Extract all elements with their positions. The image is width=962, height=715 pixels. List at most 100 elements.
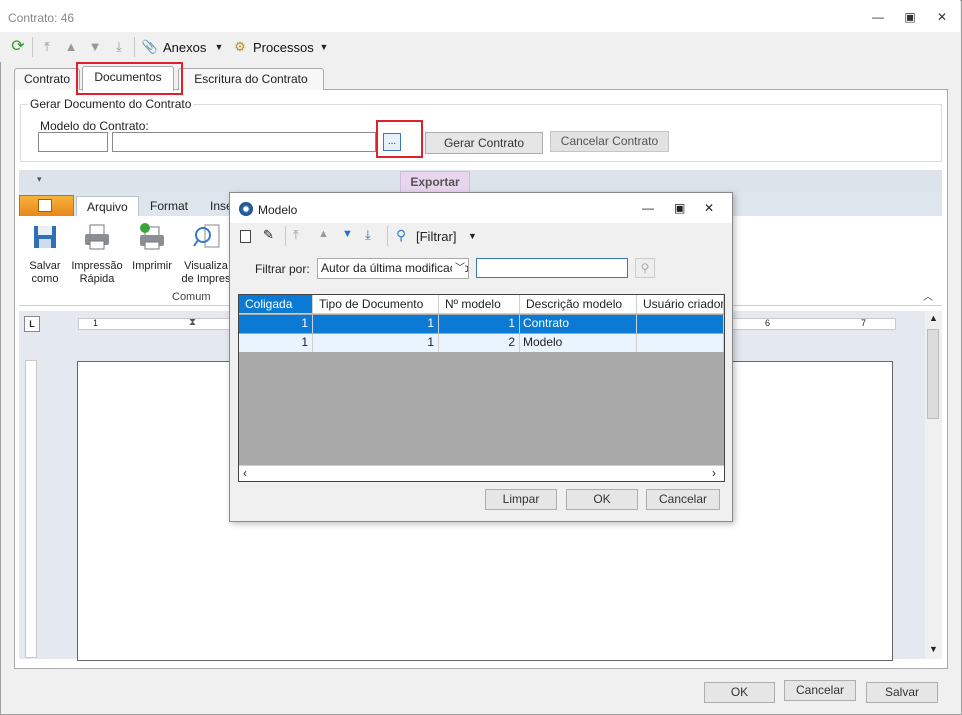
toolbar-separator — [134, 37, 135, 57]
ribbon-tab-format[interactable]: Format — [140, 196, 198, 216]
quick-print-button[interactable]: Impressão Rápida — [69, 222, 125, 286]
dialog-cancel-button[interactable]: Cancelar — [646, 489, 720, 510]
apply-filter-icon[interactable]: ⚲ — [635, 258, 655, 278]
model-code-input[interactable] — [38, 132, 108, 152]
highlight-box — [376, 120, 423, 158]
new-document-icon[interactable] — [240, 230, 251, 243]
column-header-descricao-modelo[interactable]: Descrição modelo — [520, 295, 637, 314]
ruler-number: 1 — [93, 318, 99, 328]
next-record-icon[interactable]: ▼ — [86, 38, 104, 56]
column-header-numero-modelo[interactable]: Nº modelo — [439, 295, 520, 314]
menu-icon — [38, 199, 52, 212]
first-record-icon[interactable]: ⤒ — [38, 38, 56, 56]
save-as-button[interactable]: Salvar como — [25, 222, 65, 286]
dialog-toolbar: ✎ ⤒ ▲ ▼ ⤓ ⚲ [Filtrar] ▼ — [230, 223, 732, 249]
next-record-icon[interactable]: ▼ — [342, 228, 353, 240]
application-menu-button[interactable] — [19, 195, 74, 217]
collapse-ribbon-icon[interactable]: ︿ — [923, 288, 933, 303]
tab-stop-selector[interactable]: L — [24, 316, 40, 332]
last-record-icon[interactable]: ⤓ — [365, 227, 371, 243]
ribbon-header: ▾ — [19, 170, 942, 192]
title-bar: Contrato: 46 — ▣ ✕ — [0, 0, 960, 32]
edit-document-icon[interactable]: ✎ — [263, 227, 274, 243]
column-header-usuario-criador[interactable]: Usuário criador do — [637, 295, 724, 314]
filter-search-input[interactable] — [476, 258, 628, 278]
print-preview-button[interactable]: Visualiza de Impres — [179, 222, 233, 286]
column-header-coligada[interactable]: Coligada — [239, 295, 313, 314]
minimize-icon[interactable]: — — [642, 201, 654, 215]
indent-marker[interactable]: ⧗ — [189, 317, 196, 328]
column-header-tipo-documento[interactable]: Tipo de Documento — [313, 295, 439, 314]
chevron-down-icon[interactable]: ▼ — [315, 38, 333, 56]
refresh-icon[interactable]: ⟳ — [9, 38, 27, 56]
dialog-title: Modelo — [258, 203, 298, 217]
cell-numero: 1 — [439, 315, 520, 333]
ribbon-group-label: Comum — [172, 291, 211, 303]
save-icon — [34, 226, 56, 248]
save-as-label: Salvar como — [29, 260, 61, 285]
model-label: Modelo do Contrato: — [40, 119, 149, 133]
toolbar-separator — [387, 226, 388, 246]
cell-tipo: 1 — [313, 315, 439, 333]
highlight-box — [76, 62, 183, 95]
modelo-dialog: Modelo — ▣ ✕ ✎ ⤒ ▲ ▼ ⤓ ⚲ [Filtrar] ▼ Fil… — [229, 192, 733, 522]
cell-numero: 2 — [439, 334, 520, 352]
generate-contract-button[interactable]: Gerar Contrato — [425, 132, 543, 154]
cell-coligada: 1 — [239, 334, 313, 352]
processos-menu[interactable]: Processos — [253, 40, 314, 55]
close-icon[interactable]: ✕ — [934, 9, 950, 25]
toolbar-separator — [285, 226, 286, 246]
export-context-tab[interactable]: Exportar — [400, 171, 470, 193]
vertical-scrollbar[interactable]: ▲ ▼ — [925, 311, 942, 659]
previous-record-icon[interactable]: ▲ — [318, 228, 329, 240]
last-record-icon[interactable]: ⤓ — [110, 38, 128, 56]
scroll-right-icon[interactable]: › — [712, 466, 716, 480]
cell-descricao: Modelo — [520, 334, 637, 352]
models-grid: Coligada Tipo de Documento Nº modelo Des… — [238, 294, 725, 482]
ruler-number: 7 — [861, 318, 867, 328]
print-button[interactable]: Imprimir — [129, 222, 175, 273]
filter-by-value: Autor da última modificação — [321, 261, 469, 275]
save-button[interactable]: Salvar — [866, 682, 938, 703]
cell-usuario — [637, 334, 724, 352]
chevron-down-icon[interactable]: ▼ — [468, 231, 477, 241]
clear-button[interactable]: Limpar — [485, 489, 557, 510]
print-preview-label: Visualiza de Impres — [181, 260, 231, 285]
close-icon[interactable]: ✕ — [704, 201, 714, 215]
toolbar-separator — [32, 37, 33, 57]
cell-descricao: Contrato — [520, 315, 637, 333]
filter-menu[interactable]: [Filtrar] — [416, 229, 456, 244]
first-record-icon[interactable]: ⤒ — [293, 227, 299, 243]
preview-icon — [193, 224, 220, 248]
anexos-menu[interactable]: Anexos — [163, 40, 206, 55]
restore-icon[interactable]: ▣ — [674, 201, 685, 215]
scroll-thumb[interactable] — [927, 329, 939, 419]
scroll-up-icon[interactable]: ▲ — [929, 313, 938, 323]
printer-icon — [85, 224, 109, 250]
scroll-left-icon[interactable]: ‹ — [243, 466, 247, 480]
cancel-button[interactable]: Cancelar — [784, 680, 856, 701]
vertical-ruler — [25, 360, 37, 658]
previous-record-icon[interactable]: ▲ — [62, 38, 80, 56]
customize-toolbar-icon[interactable]: ▾ — [37, 174, 42, 185]
cell-tipo: 1 — [313, 334, 439, 352]
restore-icon[interactable]: ▣ — [902, 9, 918, 25]
tab-escritura-do-contrato[interactable]: Escritura do Contrato — [178, 68, 324, 90]
ok-button[interactable]: OK — [704, 682, 775, 703]
model-name-input[interactable] — [112, 132, 376, 152]
cancel-contract-button[interactable]: Cancelar Contrato — [550, 131, 669, 152]
ribbon-tab-arquivo[interactable]: Arquivo — [76, 196, 139, 216]
quick-print-label: Impressão Rápida — [71, 260, 123, 285]
dialog-title-bar: Modelo — ▣ ✕ — [230, 193, 732, 223]
main-toolbar: ⟳ ⤒ ▲ ▼ ⤓ 📎 Anexos ▼ ⚙ Processos ▼ — [0, 32, 960, 62]
minimize-icon[interactable]: — — [870, 9, 886, 25]
chevron-down-icon: ﹀ — [452, 259, 465, 278]
horizontal-scrollbar[interactable]: ‹ › — [239, 465, 724, 481]
tab-contrato[interactable]: Contrato — [14, 68, 80, 90]
chevron-down-icon[interactable]: ▼ — [210, 38, 228, 56]
scroll-down-icon[interactable]: ▼ — [929, 644, 938, 654]
ruler-number: 6 — [765, 318, 771, 328]
filter-by-select[interactable]: Autor da última modificação ﹀ — [317, 258, 469, 279]
gears-icon: ⚙ — [234, 39, 246, 54]
dialog-ok-button[interactable]: OK — [566, 489, 638, 510]
